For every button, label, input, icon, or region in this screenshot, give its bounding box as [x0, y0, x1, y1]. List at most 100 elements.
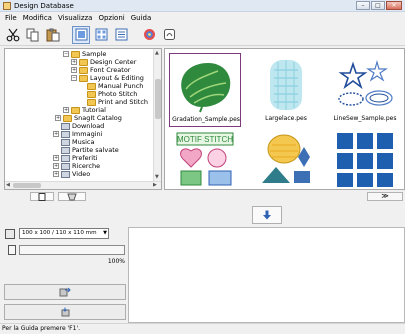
card-tab-bar: ≫	[0, 191, 405, 203]
file-thumbnail-pane: Gradation_Sample.pes Largelace.pes LineS…	[164, 48, 405, 190]
folder-icon	[87, 82, 96, 90]
thumbnail-image: MOTIF STITCH	[171, 131, 239, 189]
tab-machine[interactable]	[58, 192, 86, 201]
tree-item[interactable]: Print and Stitch	[87, 98, 148, 106]
tree-item-label: Photo Stitch	[98, 90, 138, 98]
card-panel: 100 x 100 / 110 x 110 mm ▼ 100%	[4, 226, 126, 322]
tree-item[interactable]: + Font Creator	[71, 66, 130, 74]
file-name: Gradation_Sample.pes	[172, 116, 240, 123]
tree-item[interactable]: Partite salvate	[61, 146, 119, 154]
capacity-bar	[19, 245, 125, 255]
write-card-button[interactable]	[4, 304, 126, 320]
tree-horizontal-scrollbar[interactable]: ◀ ▶	[5, 181, 161, 189]
down-arrow-icon	[263, 210, 271, 220]
folder-icon	[79, 58, 88, 66]
menu-view[interactable]: Visualizza	[55, 12, 95, 24]
large-icons-view-button[interactable]	[72, 25, 90, 44]
menu-file[interactable]: File	[2, 12, 20, 24]
tree-item-label: Download	[72, 122, 105, 130]
tree-item[interactable]: + Design Center	[71, 58, 136, 66]
toolbar-separator	[64, 26, 70, 44]
tree-item[interactable]: Download	[61, 122, 104, 130]
tree-item[interactable]: + Video	[53, 170, 90, 178]
menu-help[interactable]: Guida	[128, 12, 155, 24]
tree-item-label: Print and Stitch	[98, 98, 149, 106]
machine-icon	[67, 193, 77, 200]
scroll-left-icon[interactable]: ◀	[6, 181, 10, 189]
hoop-size-select[interactable]: 100 x 100 / 110 x 110 mm ▼	[19, 228, 109, 239]
cut-icon	[6, 28, 20, 41]
scroll-up-icon[interactable]: ▲	[155, 49, 159, 57]
tree-item[interactable]: + SnagIt Catalog	[55, 114, 122, 122]
tree-item[interactable]: + Immagini	[53, 130, 102, 138]
capacity-bar-fill	[20, 246, 124, 254]
tree-item[interactable]: − Sample	[63, 50, 106, 58]
minimize-button[interactable]: –	[356, 1, 370, 10]
copy-icon	[26, 28, 39, 41]
folder-icon	[63, 114, 72, 122]
detail-view-icon	[143, 29, 155, 40]
medium-icons-view-button[interactable]	[92, 26, 110, 44]
thumbnail-image	[331, 55, 399, 113]
copy-button[interactable]	[24, 26, 42, 44]
tree-item[interactable]: Musica	[61, 138, 94, 146]
small-icons-view-button[interactable]	[112, 26, 130, 44]
file-thumbnail[interactable]: LineSew_Sample.pes	[329, 53, 401, 127]
file-thumbnail[interactable]	[329, 129, 401, 189]
folder-icon	[79, 66, 88, 74]
scroll-thumb[interactable]	[13, 183, 41, 188]
detail-view-button[interactable]	[140, 26, 158, 44]
toolbar-separator	[132, 26, 138, 44]
capacity-percent: 100%	[107, 258, 125, 265]
file-thumbnail[interactable]: Largelace.pes	[250, 53, 322, 127]
chevron-down-icon: ▼	[103, 230, 107, 236]
tab-card[interactable]	[30, 192, 54, 201]
scroll-thumb[interactable]	[155, 79, 161, 119]
scroll-right-icon[interactable]: ▶	[153, 181, 157, 189]
property-button[interactable]	[160, 26, 178, 44]
file-thumbnail[interactable]: MOTIF STITCH	[169, 129, 241, 189]
tree-item-label: Layout & Editing	[90, 74, 144, 82]
tree-vertical-scrollbar[interactable]: ▲ ▼	[153, 49, 161, 181]
tree-item-label: Partite salvate	[72, 146, 119, 154]
tree-item[interactable]: + Ricerche	[53, 162, 100, 170]
card-contents-pane[interactable]	[128, 227, 405, 323]
folder-icon	[79, 74, 88, 82]
small-icons-view-icon	[115, 28, 127, 41]
scroll-down-icon[interactable]: ▼	[155, 173, 159, 181]
thumbnail-image	[172, 56, 240, 114]
pictures-folder-icon	[61, 130, 70, 138]
tree-item[interactable]: − Layout & Editing	[71, 74, 144, 82]
folder-icon	[71, 106, 80, 114]
tree-item-label: Sample	[82, 50, 107, 58]
menu-options[interactable]: Opzioni	[95, 12, 127, 24]
window-titlebar: Design Database – □ ✕	[0, 0, 405, 12]
tree-item[interactable]: Manual Punch	[87, 82, 143, 90]
close-button[interactable]: ✕	[386, 1, 402, 10]
file-name: Largelace.pes	[265, 115, 307, 122]
tree-item-label: Manual Punch	[98, 82, 144, 90]
file-thumbnail[interactable]	[250, 129, 322, 189]
paste-button[interactable]	[44, 26, 62, 44]
read-card-button[interactable]	[4, 284, 126, 300]
tree-item[interactable]: + Tutorial	[63, 106, 106, 114]
tree-item[interactable]: + Preferiti	[53, 154, 97, 162]
transfer-button[interactable]	[252, 206, 282, 224]
window-title: Design Database	[14, 2, 74, 10]
tree-item-label: Preferiti	[72, 154, 98, 162]
searches-folder-icon	[61, 162, 70, 170]
write-card-icon	[61, 307, 70, 317]
large-icons-view-icon	[75, 28, 87, 41]
cut-button[interactable]	[4, 26, 22, 44]
videos-folder-icon	[61, 170, 70, 178]
maximize-button[interactable]: □	[371, 1, 385, 10]
folder-icon	[87, 98, 96, 106]
file-thumbnail[interactable]: Gradation_Sample.pes	[169, 53, 241, 127]
download-folder-icon	[61, 122, 70, 130]
menu-edit[interactable]: Modifica	[20, 12, 55, 24]
svg-text:MOTIF STITCH: MOTIF STITCH	[177, 135, 233, 144]
tree-item[interactable]: Photo Stitch	[87, 90, 137, 98]
tree-item-label: Tutorial	[82, 106, 106, 114]
thumbnail-image	[331, 131, 399, 189]
collapse-panel-button[interactable]: ≫	[367, 192, 403, 201]
